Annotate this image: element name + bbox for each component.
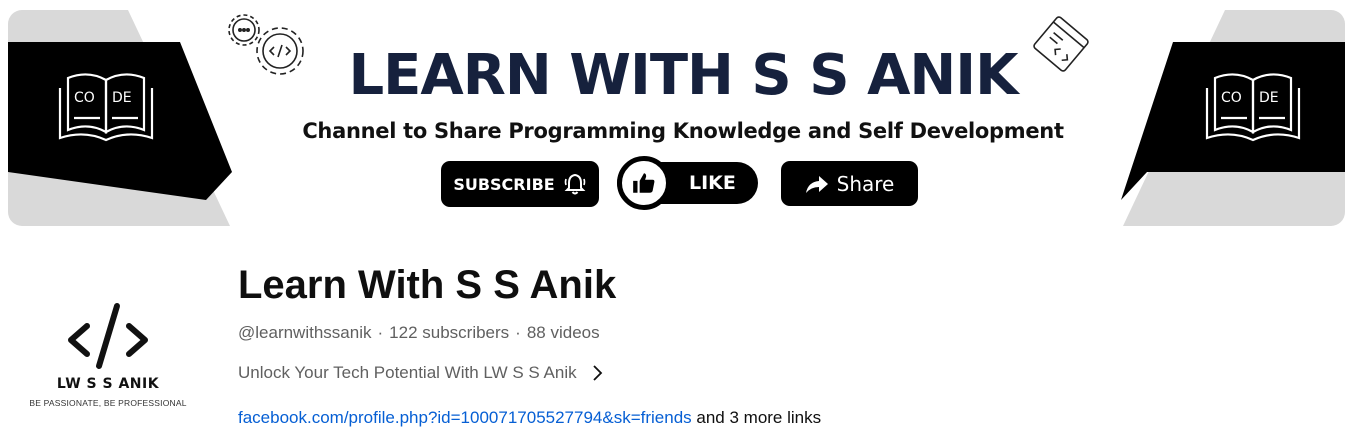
code-brackets-logo-icon xyxy=(68,303,148,369)
like-circle xyxy=(617,156,671,210)
banner-subtitle: Channel to Share Programming Knowledge a… xyxy=(302,119,1064,143)
book-left-text-1: CO xyxy=(74,90,95,106)
channel-meta: @learnwithssanik · 122 subscribers · 88 vide… xyxy=(238,323,600,343)
channel-title: Learn With S S Anik xyxy=(238,263,617,307)
book-left-text-2: DE xyxy=(112,90,132,106)
gear-code-icon xyxy=(228,14,304,75)
facebook-link[interactable]: facebook.com/profile.php?id=100071705527… xyxy=(238,408,692,427)
channel-links: facebook.com/profile.php?id=100071705527… xyxy=(238,408,821,428)
channel-handle: @learnwithssanik xyxy=(238,323,372,342)
chevron-right-icon xyxy=(592,365,602,381)
book-right-text-2: DE xyxy=(1259,90,1279,106)
avatar[interactable]: LW S S ANIK BE PASSIONATE, BE PROFESSION… xyxy=(28,300,188,430)
description-text: Unlock Your Tech Potential With LW S S A… xyxy=(238,363,577,382)
code-window-icon xyxy=(1033,16,1089,72)
subscriber-count: 122 subscribers xyxy=(389,323,510,342)
bell-icon xyxy=(564,173,586,195)
book-right-text-1: CO xyxy=(1221,90,1242,106)
share-label: Share xyxy=(836,171,895,196)
thumbs-up-icon xyxy=(633,173,655,193)
banner-title: LEARN WITH S S ANIK xyxy=(348,43,1018,108)
video-count: 88 videos xyxy=(526,323,600,342)
avatar-name: LW S S ANIK xyxy=(56,376,160,392)
subscribe-label: SUBSCRIBE xyxy=(453,174,555,194)
meta-separator: · xyxy=(377,323,384,342)
banner-share-graphic: Share xyxy=(781,161,918,206)
avatar-tagline: BE PASSIONATE, BE PROFESSIONAL xyxy=(29,398,187,408)
more-links-button[interactable]: and 3 more links xyxy=(692,408,821,427)
share-arrow-icon xyxy=(805,175,828,193)
channel-banner: CO DE CO DE LEARN WITH S S ANIK Channel … xyxy=(8,10,1345,226)
like-label: LIKE xyxy=(689,172,736,194)
channel-description[interactable]: Unlock Your Tech Potential With LW S S A… xyxy=(238,363,603,383)
meta-separator: · xyxy=(515,323,521,342)
banner-subscribe-graphic: SUBSCRIBE xyxy=(441,161,599,207)
